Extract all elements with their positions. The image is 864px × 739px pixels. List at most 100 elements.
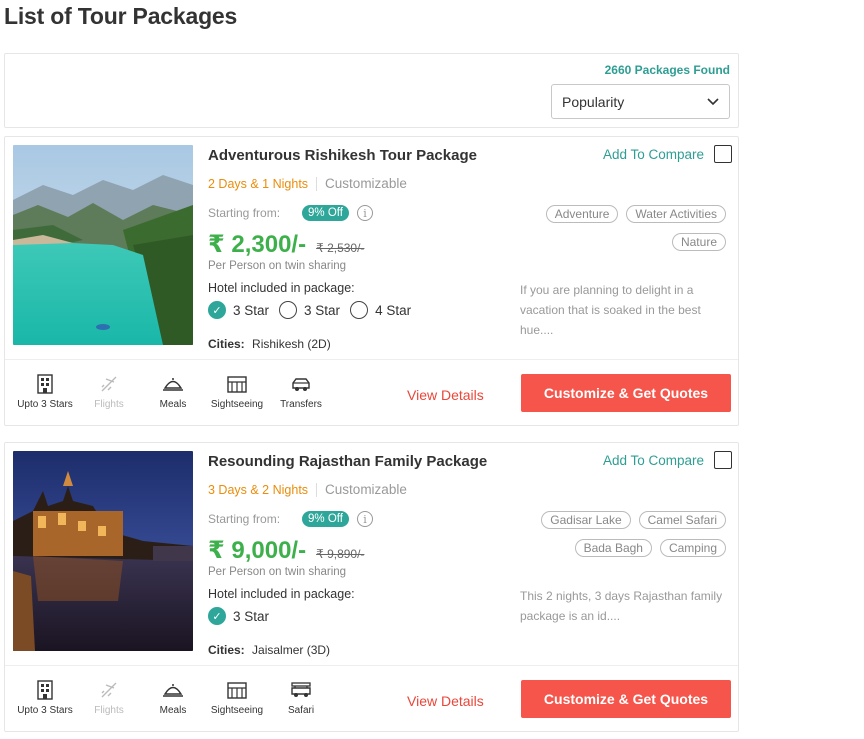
feature-flights: Flights xyxy=(77,679,141,716)
feature-meals: Meals xyxy=(141,373,205,410)
sightseeing-icon xyxy=(227,682,247,699)
package-card: Adventurous Rishikesh Tour Package Add T… xyxy=(4,136,739,426)
tag: Gadisar Lake xyxy=(541,511,631,529)
per-person-note: Per Person on twin sharing xyxy=(208,260,347,272)
hotel-options: ✓ 3 Star xyxy=(208,607,279,625)
hotel-included-label: Hotel included in package: xyxy=(208,587,355,601)
feature-meals: Meals xyxy=(141,679,205,716)
packages-found-count: 2660 Packages Found xyxy=(604,63,730,77)
feature-list: Upto 3 Stars Flights Meals Sightseeing T… xyxy=(13,373,333,410)
tag: Adventure xyxy=(545,205,619,223)
cities-label: Cities: xyxy=(208,643,245,657)
tag: Camping xyxy=(659,539,726,557)
tag: Nature xyxy=(671,233,726,251)
hotel-option[interactable]: ✓ 3 Star xyxy=(208,301,269,319)
cities-row: Cities: Rishikesh (2D) xyxy=(208,337,331,351)
feature-label: Upto 3 Stars xyxy=(17,705,73,716)
duration-row: 2 Days & 1 Nights Customizable xyxy=(208,176,407,191)
package-title[interactable]: Adventurous Rishikesh Tour Package xyxy=(208,147,477,164)
package-card: Resounding Rajasthan Family Package Add … xyxy=(4,442,739,732)
hotel-icon xyxy=(37,680,53,700)
radio-icon[interactable] xyxy=(350,301,369,319)
starting-from-row: Starting from: 9% Off i xyxy=(208,205,373,221)
compare-checkbox[interactable] xyxy=(714,145,733,163)
hotel-option[interactable]: 4 Star xyxy=(350,301,411,319)
duration: 2 Days & 1 Nights xyxy=(208,176,309,191)
hotel-icon xyxy=(37,374,53,394)
tag: Bada Bagh xyxy=(574,539,652,557)
cities-value: Rishikesh (2D) xyxy=(252,337,331,351)
price: ₹ 9,000/- xyxy=(208,537,307,564)
jeep-icon xyxy=(291,682,311,697)
package-description: This 2 nights, 3 days Rajasthan family p… xyxy=(520,589,723,623)
divider xyxy=(316,482,318,497)
meal-cloche-icon xyxy=(163,684,183,697)
divider xyxy=(316,176,318,191)
feature-hotel: Upto 3 Stars xyxy=(13,679,77,716)
divider xyxy=(5,359,738,360)
old-price: ₹ 9,890/- xyxy=(316,547,365,561)
customizable-label: Customizable xyxy=(325,482,407,497)
duration: 3 Days & 2 Nights xyxy=(208,482,309,497)
chevron-down-icon xyxy=(707,97,719,105)
price: ₹ 2,300/- xyxy=(208,231,307,258)
feature-label: Sightseeing xyxy=(210,399,264,410)
customize-get-quotes-button[interactable]: Customize & Get Quotes xyxy=(521,680,731,718)
flight-icon xyxy=(101,376,117,392)
view-details-link[interactable]: View Details xyxy=(407,387,484,403)
hotel-included-label: Hotel included in package: xyxy=(208,281,355,295)
radio-icon[interactable] xyxy=(279,301,298,319)
package-description: If you are planning to delight in a vaca… xyxy=(520,283,701,337)
customize-get-quotes-button[interactable]: Customize & Get Quotes xyxy=(521,374,731,412)
sort-select[interactable]: Popularity xyxy=(551,84,730,119)
starting-from-label: Starting from: xyxy=(208,512,281,526)
feature-label: Meals xyxy=(159,399,187,410)
feature-label: Sightseeing xyxy=(210,705,264,716)
starting-from-label: Starting from: xyxy=(208,206,281,220)
add-to-compare-label: Add To Compare xyxy=(603,146,705,162)
tag-list: Gadisar Lake Camel Safari Bada Bagh Camp… xyxy=(516,511,726,557)
info-icon[interactable]: i xyxy=(356,205,373,221)
old-price: ₹ 2,530/- xyxy=(316,241,365,255)
info-icon[interactable]: i xyxy=(356,511,373,527)
package-image-rajasthan[interactable] xyxy=(13,451,193,651)
customizable-label: Customizable xyxy=(325,176,407,191)
package-title[interactable]: Resounding Rajasthan Family Package xyxy=(208,453,487,470)
hotel-option[interactable]: ✓ 3 Star xyxy=(208,607,269,625)
discount-badge: 9% Off xyxy=(302,511,349,527)
sightseeing-icon xyxy=(227,376,247,393)
add-to-compare[interactable]: Add To Compare xyxy=(603,451,733,469)
duration-row: 3 Days & 2 Nights Customizable xyxy=(208,482,407,497)
flight-icon xyxy=(101,682,117,698)
feature-label: Meals xyxy=(159,705,187,716)
per-person-note: Per Person on twin sharing xyxy=(208,566,347,578)
feature-label: Flights xyxy=(94,399,124,410)
feature-hotel: Upto 3 Stars xyxy=(13,373,77,410)
hotel-option-label: 3 Star xyxy=(304,302,341,318)
price-row: ₹ 2,300/- ₹ 2,530/- xyxy=(208,230,364,259)
tag-list: Adventure Water Activities Nature xyxy=(516,205,726,251)
check-icon[interactable]: ✓ xyxy=(208,301,226,319)
feature-list: Upto 3 Stars Flights Meals Sightseeing S… xyxy=(13,679,333,716)
starting-from-row: Starting from: 9% Off i xyxy=(208,511,373,527)
compare-checkbox[interactable] xyxy=(714,451,733,469)
add-to-compare[interactable]: Add To Compare xyxy=(603,145,733,163)
feature-flights: Flights xyxy=(77,373,141,410)
view-details-link[interactable]: View Details xyxy=(407,693,484,709)
cities-label: Cities: xyxy=(208,337,245,351)
add-to-compare-label: Add To Compare xyxy=(603,452,705,468)
tag: Water Activities xyxy=(626,205,726,223)
package-image-rishikesh[interactable] xyxy=(13,145,193,345)
hotel-option-label: 4 Star xyxy=(375,302,412,318)
check-icon[interactable]: ✓ xyxy=(208,607,226,625)
sort-bar: 2660 Packages Found Popularity xyxy=(4,53,739,128)
hotel-options: ✓ 3 Star 3 Star 4 Star xyxy=(208,301,421,319)
tag: Camel Safari xyxy=(638,511,726,529)
divider xyxy=(5,665,738,666)
meal-cloche-icon xyxy=(163,378,183,391)
feature-safari: Safari xyxy=(269,679,333,716)
hotel-option[interactable]: 3 Star xyxy=(279,301,340,319)
car-icon xyxy=(292,378,310,391)
cities-row: Cities: Jaisalmer (3D) xyxy=(208,643,330,657)
hotel-option-label: 3 Star xyxy=(233,608,270,624)
